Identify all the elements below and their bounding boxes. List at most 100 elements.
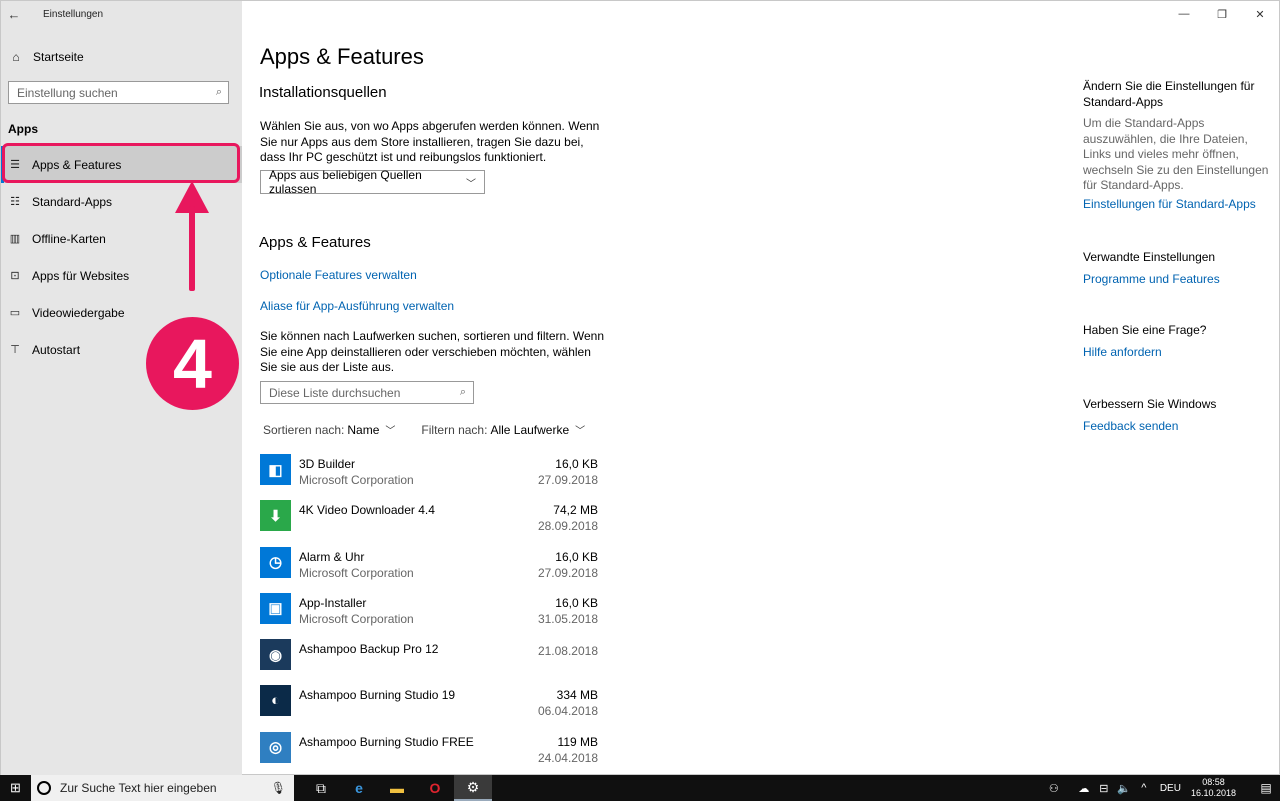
list-item[interactable]: ◎ Ashampoo Burning Studio FREE 119 MB 24.… <box>260 731 598 778</box>
download-cloud-icon: ⬇ <box>260 500 291 532</box>
send-feedback-link[interactable]: Feedback senden <box>1083 419 1278 435</box>
external-window-icon: ⊡ <box>10 270 20 282</box>
sort-dropdown[interactable]: Sortieren nach: Name ﹀ <box>263 422 396 438</box>
system-tray: ⚇ ☁ ⊟ 🔈 ^ DEU 08:58 16.10.2018 ▤ <box>1044 775 1280 801</box>
list-item[interactable]: ◧ 3D Builder Microsoft Corporation 16,0 K… <box>260 454 598 500</box>
language-indicator[interactable]: DEU <box>1160 783 1181 794</box>
taskbar-apps: ⧉ e ▬ O ⚙ <box>302 775 492 801</box>
app-date: 24.04.2018 <box>537 750 598 765</box>
package-icon: ▣ <box>260 592 291 624</box>
people-icon[interactable]: ⚇ <box>1044 782 1064 795</box>
sidebar-section-title: Apps <box>8 122 38 136</box>
maximize-button[interactable]: ❐ <box>1203 1 1241 27</box>
app-size: 119 MB <box>557 734 598 749</box>
app-date: 28.09.2018 <box>537 519 598 534</box>
notification-center-icon[interactable]: ▤ <box>1252 781 1280 795</box>
startup-icon: ⊤ <box>10 344 20 356</box>
task-view-icon[interactable]: ⧉ <box>302 775 340 801</box>
clock-date: 16.10.2018 <box>1190 788 1236 798</box>
chevron-down-icon: ﹀ <box>385 426 396 437</box>
backup-icon: ◉ <box>260 639 291 671</box>
annotation-step-badge: 4 <box>146 317 239 410</box>
programs-features-link[interactable]: Programme und Features <box>1083 272 1278 288</box>
app-alias-link[interactable]: Aliase für App-Ausführung verwalten <box>260 299 454 313</box>
filter-value: Alle Laufwerke <box>490 422 570 437</box>
clock[interactable]: 08:58 16.10.2018 <box>1191 777 1236 799</box>
install-sources-description: Wählen Sie aus, von wo Apps abgerufen we… <box>260 119 600 164</box>
app-size: 74,2 MB <box>553 503 598 518</box>
taskbar-search-placeholder: Zur Suche Text hier eingeben <box>60 781 217 795</box>
list-item[interactable]: ⬇ 4K Video Downloader 4.4 74,2 MB 28.09.2… <box>260 500 598 546</box>
app-date: 21.08.2018 <box>537 644 598 659</box>
list-item[interactable]: ▣ App-Installer Microsoft Corporation 16,… <box>260 592 598 639</box>
window-controls: — ❐ ✕ <box>1165 1 1279 27</box>
close-icon: ✕ <box>1255 8 1265 21</box>
default-apps-description: Um die Standard-Apps auszuwählen, die Ih… <box>1083 116 1269 192</box>
sort-filter-bar: Sortieren nach: Name ﹀ Filtern nach: All… <box>263 422 611 438</box>
install-sources-dropdown[interactable]: Apps aus beliebigen Quellen zulassen ﹀ <box>260 168 485 196</box>
app-size: 16,0 KB <box>555 549 598 564</box>
list-item[interactable]: ◉ Ashampoo Backup Pro 12 21.08.2018 <box>260 639 598 685</box>
app-size: 16,0 KB <box>555 595 598 610</box>
restore-icon: ❐ <box>1217 8 1227 21</box>
app-date: 31.05.2018 <box>537 611 598 626</box>
sidebar-item-offline-maps[interactable]: ▥ Offline-Karten <box>1 220 242 257</box>
annotation-highlight-frame <box>2 143 240 183</box>
video-icon: ▭ <box>9 307 21 319</box>
minimize-button[interactable]: — <box>1165 1 1203 27</box>
arrow-left-icon: ← <box>7 6 21 22</box>
sidebar-item-label: Autostart <box>32 342 81 357</box>
opera-icon[interactable]: O <box>416 775 454 801</box>
home-icon: ⌂ <box>12 50 20 64</box>
sidebar-item-home[interactable]: ⌂ Startseite <box>1 45 242 69</box>
edge-icon[interactable]: e <box>340 775 378 801</box>
main-content: Apps & Features Installationsquellen Wäh… <box>242 1 1062 776</box>
filter-dropdown[interactable]: Filtern nach: Alle Laufwerke ﹀ <box>421 422 586 438</box>
app-size: 334 MB <box>556 688 598 703</box>
sidebar-item-label: Offline-Karten <box>32 231 106 246</box>
optional-features-link[interactable]: Optionale Features verwalten <box>260 268 417 282</box>
chevron-up-icon[interactable]: ^ <box>1134 782 1154 794</box>
microphone-icon[interactable]: 🎙 <box>271 781 286 795</box>
search-placeholder: Diese Liste durchsuchen <box>269 385 401 400</box>
settings-gear-icon[interactable]: ⚙ <box>454 775 492 801</box>
map-icon: ▥ <box>9 233 21 245</box>
sidebar-item-apps-for-websites[interactable]: ⊡ Apps für Websites <box>1 257 242 294</box>
list-item[interactable]: ◷ Alarm & Uhr Microsoft Corporation 16,0 … <box>260 546 598 593</box>
file-explorer-icon[interactable]: ▬ <box>378 775 416 801</box>
list-item[interactable]: ◐ Ashampoo Burning Studio 19 334 MB 06.04… <box>260 685 598 731</box>
burning-studio-icon: ◐ <box>260 685 291 717</box>
window-title: Einstellungen <box>43 8 104 20</box>
network-icon[interactable]: ⊟ <box>1094 782 1114 795</box>
sidebar-item-label: Startseite <box>33 50 84 64</box>
chevron-down-icon: ﹀ <box>466 178 476 190</box>
taskbar-search-input[interactable]: Zur Suche Text hier eingeben 🎙 <box>31 775 294 801</box>
volume-icon[interactable]: 🔈 <box>1114 782 1134 795</box>
onedrive-icon[interactable]: ☁ <box>1074 782 1094 795</box>
cortana-icon <box>37 781 51 795</box>
default-apps-settings-link[interactable]: Einstellungen für Standard-Apps <box>1083 197 1278 213</box>
back-button[interactable]: ← <box>1 1 27 27</box>
default-apps-heading: Ändern Sie die Einstellungen für Standar… <box>1083 79 1255 109</box>
alarm-clock-icon: ◷ <box>260 546 291 578</box>
taskbar: ⊞ Zur Suche Text hier eingeben 🎙 ⧉ e ▬ O… <box>0 775 1280 801</box>
annotation-arrow-shaft <box>189 206 195 291</box>
install-sources-heading: Installationsquellen <box>259 84 387 101</box>
title-bar: ← Einstellungen <box>1 1 242 27</box>
close-button[interactable]: ✕ <box>1241 1 1279 27</box>
improve-windows-heading: Verbessern Sie Windows <box>1083 397 1217 411</box>
chevron-down-icon: ﹀ <box>575 426 586 437</box>
sidebar-item-label: Apps für Websites <box>32 268 130 283</box>
page-title: Apps & Features <box>260 44 424 69</box>
settings-search-input[interactable]: Einstellung suchen ⌕ <box>8 81 229 104</box>
get-help-link[interactable]: Hilfe anfordern <box>1083 345 1278 361</box>
app-list-search-input[interactable]: Diese Liste durchsuchen ⌕ <box>260 381 474 404</box>
app-date: 27.09.2018 <box>537 565 598 580</box>
app-date: 06.04.2018 <box>537 704 598 719</box>
3d-builder-icon: ◧ <box>260 454 291 485</box>
app-date: 27.09.2018 <box>537 473 598 487</box>
apps-list-description: Sie können nach Laufwerken suchen, sorti… <box>260 329 604 374</box>
clock-time: 08:58 <box>1202 777 1225 787</box>
start-button[interactable]: ⊞ <box>0 775 31 801</box>
related-settings-heading: Verwandte Einstellungen <box>1083 250 1216 264</box>
